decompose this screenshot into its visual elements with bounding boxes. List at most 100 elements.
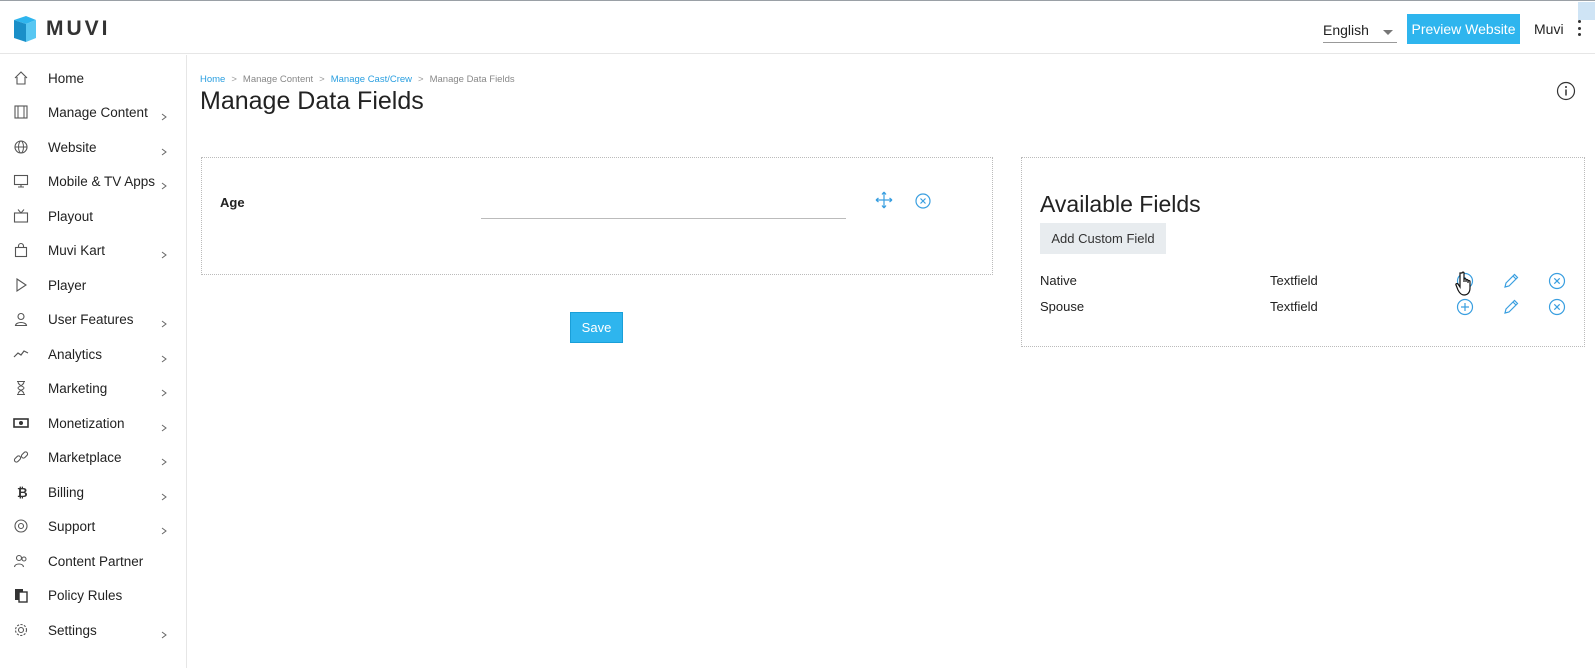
field-label-age: Age	[220, 195, 245, 210]
sidebar-item-analytics[interactable]: Analytics	[0, 337, 187, 371]
film-icon	[13, 104, 29, 120]
chevron-right-icon	[160, 246, 168, 259]
move-icon[interactable]	[875, 191, 893, 209]
sidebar-item-label: Settings	[48, 622, 97, 638]
partner-icon	[13, 553, 29, 569]
sidebar-item-label: Muvi Kart	[48, 242, 106, 258]
sidebar-item-muvi-kart[interactable]: Muvi Kart	[0, 233, 187, 267]
remove-circle-icon[interactable]	[1548, 272, 1566, 290]
sidebar-item-label: Playout	[48, 208, 94, 224]
shopping-bag-icon	[13, 242, 29, 258]
sidebar-item-user-features[interactable]: User Features	[0, 302, 187, 336]
sidebar-item-label: Support	[48, 518, 96, 534]
remove-circle-icon[interactable]	[1548, 298, 1566, 316]
corner-widget[interactable]	[1578, 2, 1595, 20]
monitor-icon	[13, 173, 29, 189]
hourglass-icon	[13, 380, 29, 396]
age-field-input[interactable]	[481, 199, 846, 219]
sidebar-item-label: Content Partner	[48, 553, 144, 569]
link-icon	[13, 449, 29, 465]
sidebar-item-label: Marketplace	[48, 449, 122, 465]
chevron-right-icon	[160, 177, 168, 190]
add-circle-icon[interactable]	[1456, 298, 1474, 316]
language-value: English	[1323, 22, 1369, 38]
user-icon	[13, 311, 29, 327]
play-icon	[13, 277, 29, 293]
remove-circle-icon[interactable]	[915, 193, 931, 209]
muvi-logo[interactable]: MUVI	[12, 14, 111, 44]
breadcrumb: Home > Manage Content > Manage Cast/Crew > Man…	[200, 74, 515, 85]
available-fields-panel: Available Fields Add Custom Field Native…	[1021, 157, 1585, 347]
sidebar-item-billing[interactable]: ₿ Billing	[0, 475, 187, 509]
sidebar-item-player[interactable]: Player	[0, 268, 187, 302]
sidebar-item-website[interactable]: Website	[0, 130, 187, 164]
preview-website-button[interactable]: Preview Website	[1407, 14, 1520, 44]
breadcrumb-manage-content: Manage Content	[242, 74, 314, 85]
chevron-right-icon	[160, 522, 168, 535]
sidebar-item-label: Policy Rules	[48, 587, 123, 603]
home-icon	[13, 70, 29, 86]
field-name: Spouse	[1040, 299, 1085, 314]
chevron-right-icon	[160, 488, 168, 501]
sidebar-item-label: Home	[48, 70, 85, 86]
gear-icon	[13, 622, 29, 638]
sidebar: Home Manage Content Website Mobile & TV …	[0, 55, 187, 668]
list-item: Spouse Textfield	[1022, 296, 1586, 318]
info-icon[interactable]	[1556, 81, 1576, 101]
selected-fields-panel: Age	[201, 157, 993, 275]
page-title: Manage Data Fields	[200, 87, 424, 115]
logo-text: MUVI	[46, 17, 111, 40]
sidebar-item-content-partner[interactable]: Content Partner	[0, 544, 187, 578]
chevron-right-icon	[160, 350, 168, 363]
field-name: Native	[1040, 273, 1077, 288]
sidebar-item-marketing[interactable]: Marketing	[0, 371, 187, 405]
field-type: Textfield	[1270, 273, 1318, 288]
sidebar-item-manage-content[interactable]: Manage Content	[0, 95, 187, 129]
policy-icon	[13, 587, 29, 603]
sidebar-item-label: Marketing	[48, 380, 108, 396]
available-fields-title: Available Fields	[1040, 191, 1201, 217]
breadcrumb-separator: >	[319, 74, 325, 85]
user-name[interactable]: Muvi	[1534, 21, 1564, 37]
sidebar-item-label: Monetization	[48, 415, 125, 431]
add-custom-field-button[interactable]: Add Custom Field	[1040, 223, 1166, 254]
sidebar-item-monetization[interactable]: Monetization	[0, 406, 187, 440]
lifebuoy-icon	[13, 518, 29, 534]
pencil-icon[interactable]	[1502, 272, 1520, 290]
analytics-icon	[13, 346, 29, 362]
chevron-right-icon	[160, 143, 168, 156]
language-select[interactable]: English	[1323, 19, 1397, 43]
sidebar-item-policy-rules[interactable]: Policy Rules	[0, 578, 187, 612]
chevron-right-icon	[160, 626, 168, 639]
more-menu-icon[interactable]	[1576, 20, 1582, 36]
bitcoin-icon: ₿	[13, 484, 29, 501]
sidebar-item-mobile-tv-apps[interactable]: Mobile & TV Apps	[0, 164, 187, 198]
field-type: Textfield	[1270, 299, 1318, 314]
sidebar-item-support[interactable]: Support	[0, 509, 187, 543]
chevron-right-icon	[160, 419, 168, 432]
list-item: Native Textfield	[1022, 270, 1586, 292]
svg-text:₿: ₿	[17, 486, 28, 500]
top-bar: MUVI English Preview Website Muvi	[0, 0, 1595, 54]
chevron-down-icon	[1383, 30, 1393, 35]
breadcrumb-manage-cast-crew[interactable]: Manage Cast/Crew	[331, 74, 412, 85]
breadcrumb-home[interactable]: Home	[200, 74, 225, 85]
breadcrumb-current: Manage Data Fields	[429, 74, 515, 85]
sidebar-item-settings[interactable]: Settings	[0, 613, 187, 647]
save-button[interactable]: Save	[570, 312, 623, 343]
pencil-icon[interactable]	[1502, 298, 1520, 316]
sidebar-item-home[interactable]: Home	[0, 61, 187, 95]
sidebar-item-playout[interactable]: Playout	[0, 199, 187, 233]
tv-icon	[13, 208, 29, 224]
sidebar-item-label: Player	[48, 277, 87, 293]
sidebar-item-label: Manage Content	[48, 104, 148, 120]
sidebar-item-label: Mobile & TV Apps	[48, 173, 156, 189]
sidebar-item-label: Website	[48, 139, 97, 155]
globe-icon	[13, 139, 29, 155]
breadcrumb-separator: >	[231, 74, 237, 85]
chevron-right-icon	[160, 108, 168, 121]
chevron-right-icon	[160, 384, 168, 397]
muvi-logo-icon	[14, 16, 36, 42]
sidebar-item-marketplace[interactable]: Marketplace	[0, 440, 187, 474]
breadcrumb-separator: >	[418, 74, 424, 85]
